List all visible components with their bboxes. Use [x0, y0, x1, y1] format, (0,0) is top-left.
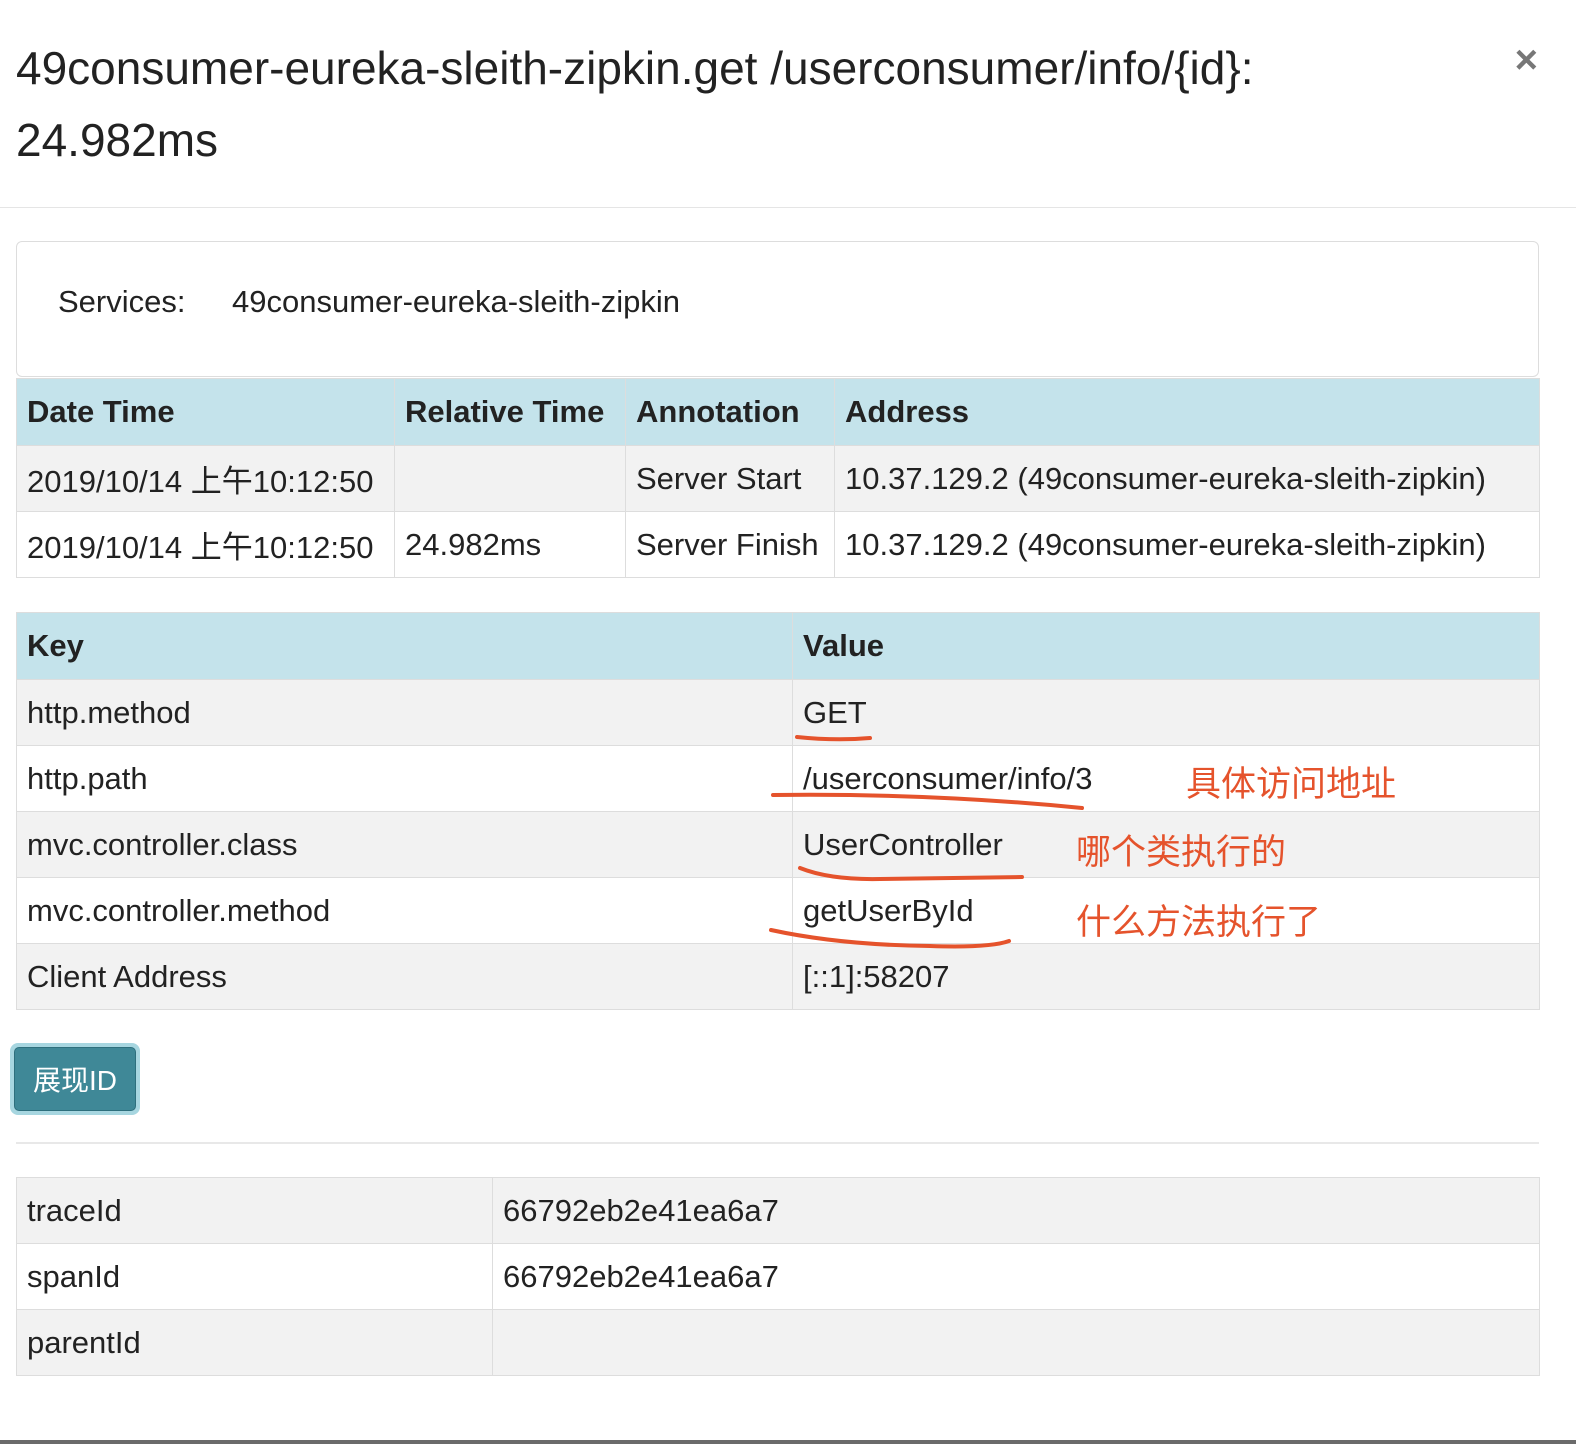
- table-row: spanId 66792eb2e41ea6a7: [16, 1243, 1540, 1310]
- show-ids-button[interactable]: 展现ID: [10, 1043, 140, 1115]
- tag-value: /userconsumer/info/3: [792, 745, 1540, 812]
- cell-date-time: 2019/10/14 上午10:12:50: [16, 511, 395, 578]
- tag-key: mvc.controller.method: [16, 877, 793, 944]
- table-row: 2019/10/14 上午10:12:50 Server Start 10.37…: [16, 445, 1540, 512]
- table-row: 2019/10/14 上午10:12:50 24.982ms Server Fi…: [16, 511, 1540, 578]
- bottom-border: [0, 1440, 1576, 1444]
- services-panel: Services: 49consumer-eureka-sleith-zipki…: [16, 241, 1539, 377]
- table-header-row: Key Value: [16, 612, 1540, 680]
- annotations-table: Date Time Relative Time Annotation Addre…: [16, 378, 1540, 578]
- note-access-path: 具体访问地址: [1186, 765, 1397, 805]
- cell-relative-time: 24.982ms: [394, 511, 626, 578]
- cell-relative-time: [394, 445, 626, 512]
- tags-table: Key Value http.method GET http.path /use…: [16, 612, 1540, 1010]
- modal-title: 49consumer-eureka-sleith-zipkin.get /use…: [16, 42, 1254, 166]
- id-value: 66792eb2e41ea6a7: [492, 1177, 1540, 1244]
- header-relative-time: Relative Time: [394, 378, 626, 446]
- tag-value: [::1]:58207: [792, 943, 1540, 1010]
- id-key: parentId: [16, 1309, 493, 1376]
- table-row: mvc.controller.class UserController: [16, 811, 1540, 878]
- cell-annotation: Server Finish: [625, 511, 835, 578]
- header-annotation: Annotation: [625, 378, 835, 446]
- note-method: 什么方法执行了: [1076, 903, 1322, 943]
- tag-key: Client Address: [16, 943, 793, 1010]
- id-key: spanId: [16, 1243, 493, 1310]
- table-row: http.method GET: [16, 679, 1540, 746]
- cell-address: 10.37.129.2 (49consumer-eureka-sleith-zi…: [834, 511, 1540, 578]
- header-address: Address: [834, 378, 1540, 446]
- tag-key: http.path: [16, 745, 793, 812]
- table-row: parentId: [16, 1309, 1540, 1376]
- modal-header: 49consumer-eureka-sleith-zipkin.get /use…: [0, 0, 1576, 208]
- tag-value: GET: [792, 679, 1540, 746]
- id-value: 66792eb2e41ea6a7: [492, 1243, 1540, 1310]
- services-value: 49consumer-eureka-sleith-zipkin: [232, 284, 680, 319]
- table-row: Client Address [::1]:58207: [16, 943, 1540, 1010]
- tag-key: mvc.controller.class: [16, 811, 793, 878]
- header-date-time: Date Time: [16, 378, 395, 446]
- note-class: 哪个类执行的: [1076, 833, 1287, 873]
- tag-key: http.method: [16, 679, 793, 746]
- table-row: traceId 66792eb2e41ea6a7: [16, 1177, 1540, 1244]
- header-value: Value: [792, 612, 1540, 680]
- cell-address: 10.37.129.2 (49consumer-eureka-sleith-zi…: [834, 445, 1540, 512]
- table-header-row: Date Time Relative Time Annotation Addre…: [16, 378, 1540, 446]
- cell-annotation: Server Start: [625, 445, 835, 512]
- id-key: traceId: [16, 1177, 493, 1244]
- id-value: [492, 1309, 1540, 1376]
- close-icon[interactable]: ×: [1515, 38, 1538, 82]
- divider: [16, 1142, 1539, 1144]
- header-key: Key: [16, 612, 793, 680]
- cell-date-time: 2019/10/14 上午10:12:50: [16, 445, 395, 512]
- ids-table: traceId 66792eb2e41ea6a7 spanId 66792eb2…: [16, 1177, 1540, 1376]
- services-label: Services:: [58, 284, 186, 319]
- show-ids-button-label: 展现ID: [14, 1047, 136, 1111]
